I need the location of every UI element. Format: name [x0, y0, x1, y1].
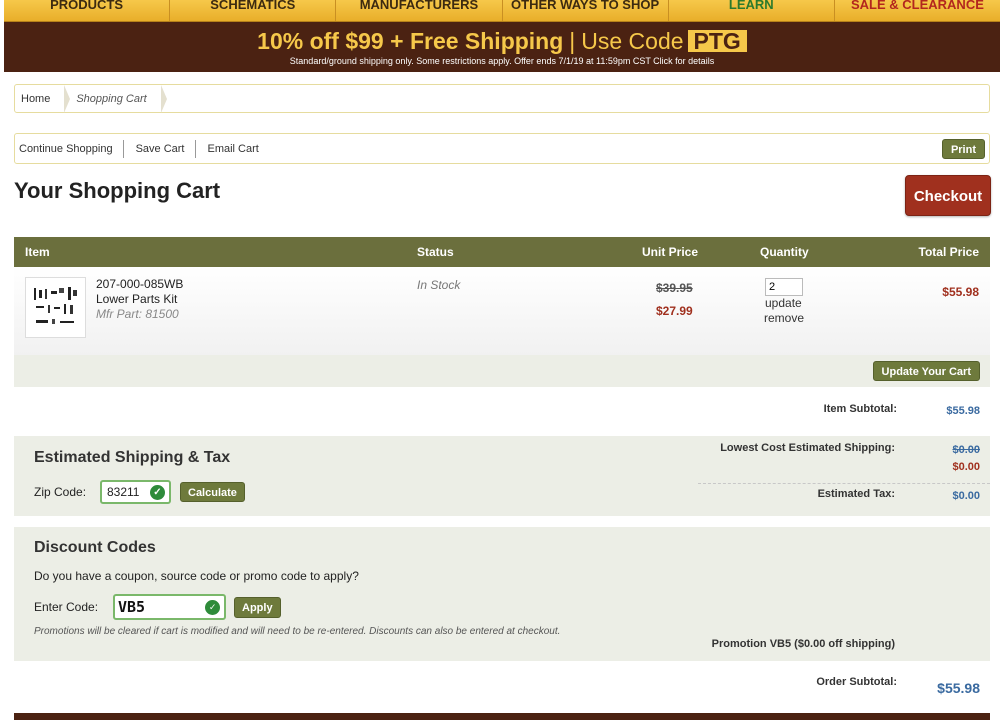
- original-price: $39.95: [656, 281, 693, 295]
- parts-kit-image: [34, 287, 77, 324]
- check-circle-icon: ✓: [150, 485, 165, 500]
- promo-banner[interactable]: 10% off $99 + Free Shipping | Use Code PTG …: [4, 22, 1000, 72]
- product-sku[interactable]: 207-000-085WB: [96, 277, 183, 291]
- lowest-shipping-label: Lowest Cost Estimated Shipping:: [720, 442, 895, 454]
- email-cart-link[interactable]: Email Cart: [204, 140, 269, 158]
- nav-learn[interactable]: LEARN: [669, 0, 835, 21]
- promo-code-value: VB5: [118, 598, 146, 616]
- shipping-value: $0.00: [952, 461, 980, 473]
- discount-note: Promotions will be cleared if cart is mo…: [34, 626, 561, 637]
- item-subtotal-label: Item Subtotal:: [823, 403, 897, 415]
- check-circle-icon: ✓: [205, 600, 220, 615]
- print-button[interactable]: Print: [941, 139, 985, 159]
- nav-other-ways-to-shop[interactable]: OTHER WAYS TO SHOP: [503, 0, 669, 21]
- discount-title: Discount Codes: [34, 539, 156, 556]
- checkout-button[interactable]: Checkout: [905, 175, 991, 216]
- nav-schematics[interactable]: SCHEMATICS: [170, 0, 337, 21]
- breadcrumb-current: Shopping Cart: [76, 92, 147, 105]
- cart-table-header: Item Status Unit Price Quantity Total Pr…: [14, 237, 990, 267]
- shipping-title: Estimated Shipping & Tax: [34, 449, 231, 466]
- estimated-tax-value: $0.00: [952, 490, 980, 502]
- order-subtotal-value: $55.98: [937, 680, 980, 696]
- nav-sale-clearance[interactable]: SALE & CLEARANCE: [835, 0, 1000, 21]
- page-title: Your Shopping Cart: [14, 178, 221, 203]
- column-total-price: Total Price: [918, 245, 979, 259]
- save-cart-link[interactable]: Save Cart: [132, 139, 196, 158]
- column-quantity: Quantity: [760, 245, 809, 259]
- apply-code-button[interactable]: Apply: [234, 597, 281, 618]
- enter-code-label: Enter Code:: [34, 600, 99, 614]
- divider: [698, 483, 990, 484]
- column-status: Status: [417, 245, 454, 259]
- top-nav: PRODUCTS SCHEMATICS MANUFACTURERS OTHER …: [4, 0, 1000, 22]
- zip-code-label: Zip Code:: [34, 485, 87, 499]
- update-quantity-link[interactable]: update: [765, 296, 802, 310]
- item-subtotal-value: $55.98: [946, 405, 980, 417]
- promo-separator: |: [569, 28, 576, 54]
- promo-use-code: Use Code: [581, 28, 684, 54]
- promo-offer: 10% off $99 + Free Shipping: [257, 28, 564, 54]
- zip-code-value: 83211: [107, 485, 140, 499]
- product-name[interactable]: Lower Parts Kit: [96, 292, 177, 306]
- shipping-original-value: $0.00: [952, 444, 980, 456]
- order-subtotal-label: Order Subtotal:: [816, 676, 897, 688]
- zip-code-input[interactable]: 83211 ✓: [100, 480, 171, 504]
- column-unit-price: Unit Price: [642, 245, 699, 259]
- table-row: 207-000-085WB Lower Parts Kit Mfr Part: …: [14, 267, 990, 355]
- quantity-input[interactable]: [765, 278, 803, 296]
- nav-manufacturers[interactable]: MANUFACTURERS: [336, 0, 503, 21]
- remove-item-link[interactable]: remove: [764, 311, 804, 325]
- breadcrumb-separator: [64, 84, 71, 113]
- update-cart-band: Update Your Cart: [14, 355, 990, 387]
- line-total: $55.98: [942, 285, 979, 299]
- shipping-estimate-panel: Estimated Shipping & Tax Zip Code: 83211…: [14, 436, 990, 516]
- update-cart-button[interactable]: Update Your Cart: [872, 361, 980, 381]
- promo-code-badge: PTG: [687, 30, 747, 53]
- sale-price: $27.99: [656, 304, 693, 318]
- stock-status: In Stock: [417, 278, 461, 292]
- promo-fine-print: Standard/ground shipping only. Some rest…: [289, 56, 715, 66]
- breadcrumb: Home Shopping Cart: [14, 84, 990, 113]
- product-thumbnail[interactable]: [25, 277, 86, 338]
- calculate-button[interactable]: Calculate: [180, 482, 245, 502]
- applied-promotion: Promotion VB5 ($0.00 off shipping): [711, 638, 895, 650]
- estimated-tax-label: Estimated Tax:: [817, 488, 895, 500]
- continue-shopping-link[interactable]: Continue Shopping: [15, 139, 124, 158]
- discount-question: Do you have a coupon, source code or pro…: [34, 569, 359, 583]
- product-mfr-part: Mfr Part: 81500: [96, 307, 179, 321]
- breadcrumb-separator: [160, 84, 167, 113]
- promo-code-input[interactable]: VB5 ✓: [113, 594, 226, 620]
- cart-actions-bar: Continue Shopping Save Cart Email Cart P…: [14, 133, 990, 164]
- column-item: Item: [25, 245, 50, 259]
- promo-headline: 10% off $99 + Free Shipping | Use Code PTG: [4, 28, 1000, 54]
- discount-codes-panel: Discount Codes Do you have a coupon, sou…: [14, 527, 990, 661]
- breadcrumb-home[interactable]: Home: [21, 93, 64, 105]
- nav-products[interactable]: PRODUCTS: [4, 0, 171, 21]
- footer-bar: [14, 713, 990, 720]
